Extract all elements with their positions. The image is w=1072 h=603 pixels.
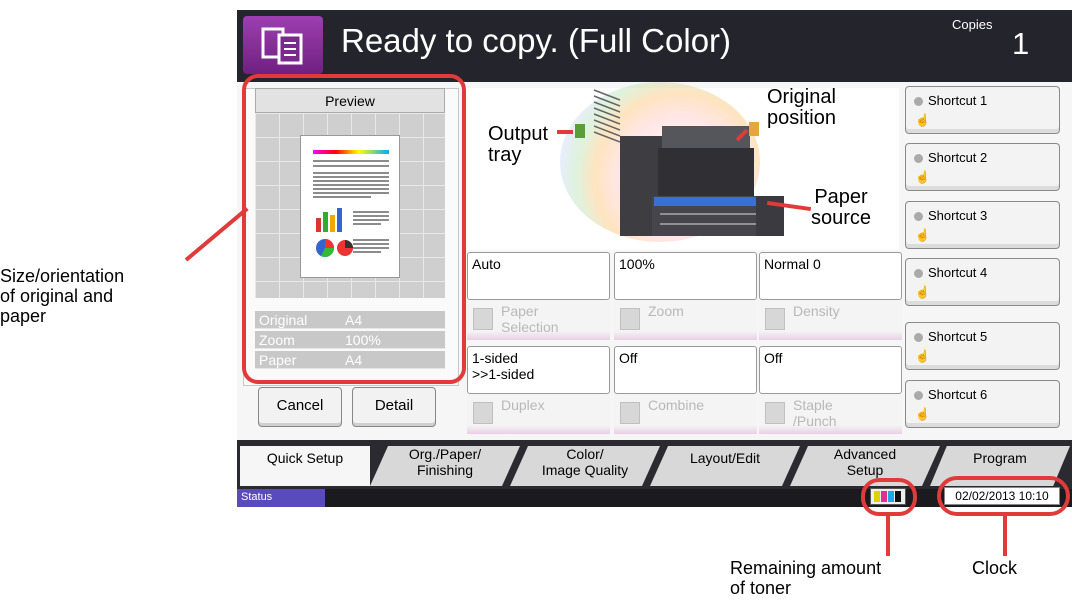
output-tray-marker-icon [557, 124, 585, 138]
tab-quick-setup[interactable]: Quick Setup [240, 446, 370, 486]
toner-callout: Remaining amount of toner [730, 558, 882, 598]
copy-app-icon[interactable] [243, 16, 323, 74]
hand-pointer-icon: ☝ [915, 407, 930, 421]
original-position-marker-icon [735, 122, 759, 142]
zoom-icon [620, 308, 640, 330]
hand-pointer-icon: ☝ [915, 285, 930, 299]
density-icon [765, 308, 785, 330]
original-position-label: Original position [767, 86, 836, 129]
paper-source-label: Paper source [811, 186, 872, 229]
shortcut-indicator-icon [914, 212, 923, 221]
clock-callout: Clock [972, 558, 1018, 578]
clock-callout-pointer [1003, 516, 1007, 556]
shortcut-indicator-icon [914, 154, 923, 163]
hand-pointer-icon: ☝ [915, 113, 930, 127]
detail-button[interactable]: Detail [352, 387, 436, 427]
tab-advanced-setup[interactable]: Advanced Setup [790, 446, 940, 486]
staple-punch-icon [765, 402, 785, 424]
tab-layout-edit[interactable]: Layout/Edit [650, 446, 800, 486]
density-key[interactable]: Density [759, 300, 902, 340]
page-title: Ready to copy. (Full Color) [341, 22, 732, 59]
size-orientation-callout: Size/orientation of original and paper [0, 266, 125, 326]
combine-key[interactable]: Combine [614, 394, 757, 434]
toner-callout-pointer [886, 516, 890, 556]
copies-count[interactable]: 1 [1012, 26, 1029, 62]
hand-pointer-icon: ☝ [915, 228, 930, 242]
combine-value[interactable]: Off [614, 346, 757, 394]
shortcut-indicator-icon [914, 333, 923, 342]
tab-org-paper-finishing[interactable]: Org./Paper/ Finishing [370, 446, 520, 486]
output-tray-label: Output tray [488, 123, 549, 166]
shortcut-1-button[interactable]: Shortcut 1 ☝ [905, 86, 1060, 134]
shortcut-4-button[interactable]: Shortcut 4 ☝ [905, 258, 1060, 306]
shortcut-6-button[interactable]: Shortcut 6 ☝ [905, 380, 1060, 428]
shortcut-2-button[interactable]: Shortcut 2 ☝ [905, 143, 1060, 191]
zoom-key[interactable]: Zoom [614, 300, 757, 340]
shortcut-5-button[interactable]: Shortcut 5 ☝ [905, 322, 1060, 370]
copies-label: Copies [952, 17, 993, 32]
hand-pointer-icon: ☝ [915, 170, 930, 184]
hand-pointer-icon: ☝ [915, 349, 930, 363]
duplex-icon [473, 402, 493, 424]
shortcut-indicator-icon [914, 391, 923, 400]
paper-selection-icon [473, 308, 493, 330]
shortcut-3-button[interactable]: Shortcut 3 ☝ [905, 201, 1060, 249]
shortcut-indicator-icon [914, 97, 923, 106]
staple-punch-key[interactable]: Staple /Punch [759, 394, 902, 434]
staple-punch-value[interactable]: Off [759, 346, 902, 394]
mfp-machine-icon [593, 89, 784, 236]
status-button[interactable]: Status [237, 489, 325, 507]
shortcut-indicator-icon [914, 269, 923, 278]
tab-color-image-quality[interactable]: Color/ Image Quality [510, 446, 660, 486]
zoom-value[interactable]: 100% [614, 252, 757, 300]
duplex-key[interactable]: Duplex [467, 394, 610, 434]
paper-selection-value[interactable]: Auto [467, 252, 610, 300]
density-value[interactable]: Normal 0 [759, 252, 902, 300]
clock-highlight-ring [937, 476, 1070, 516]
preview-highlight-ring [242, 74, 466, 384]
combine-icon [620, 402, 640, 424]
paper-selection-key[interactable]: Paper Selection [467, 300, 610, 340]
toner-highlight-ring [861, 478, 917, 516]
duplex-value[interactable]: 1-sided >>1-sided [467, 346, 610, 394]
cancel-button[interactable]: Cancel [258, 387, 342, 427]
